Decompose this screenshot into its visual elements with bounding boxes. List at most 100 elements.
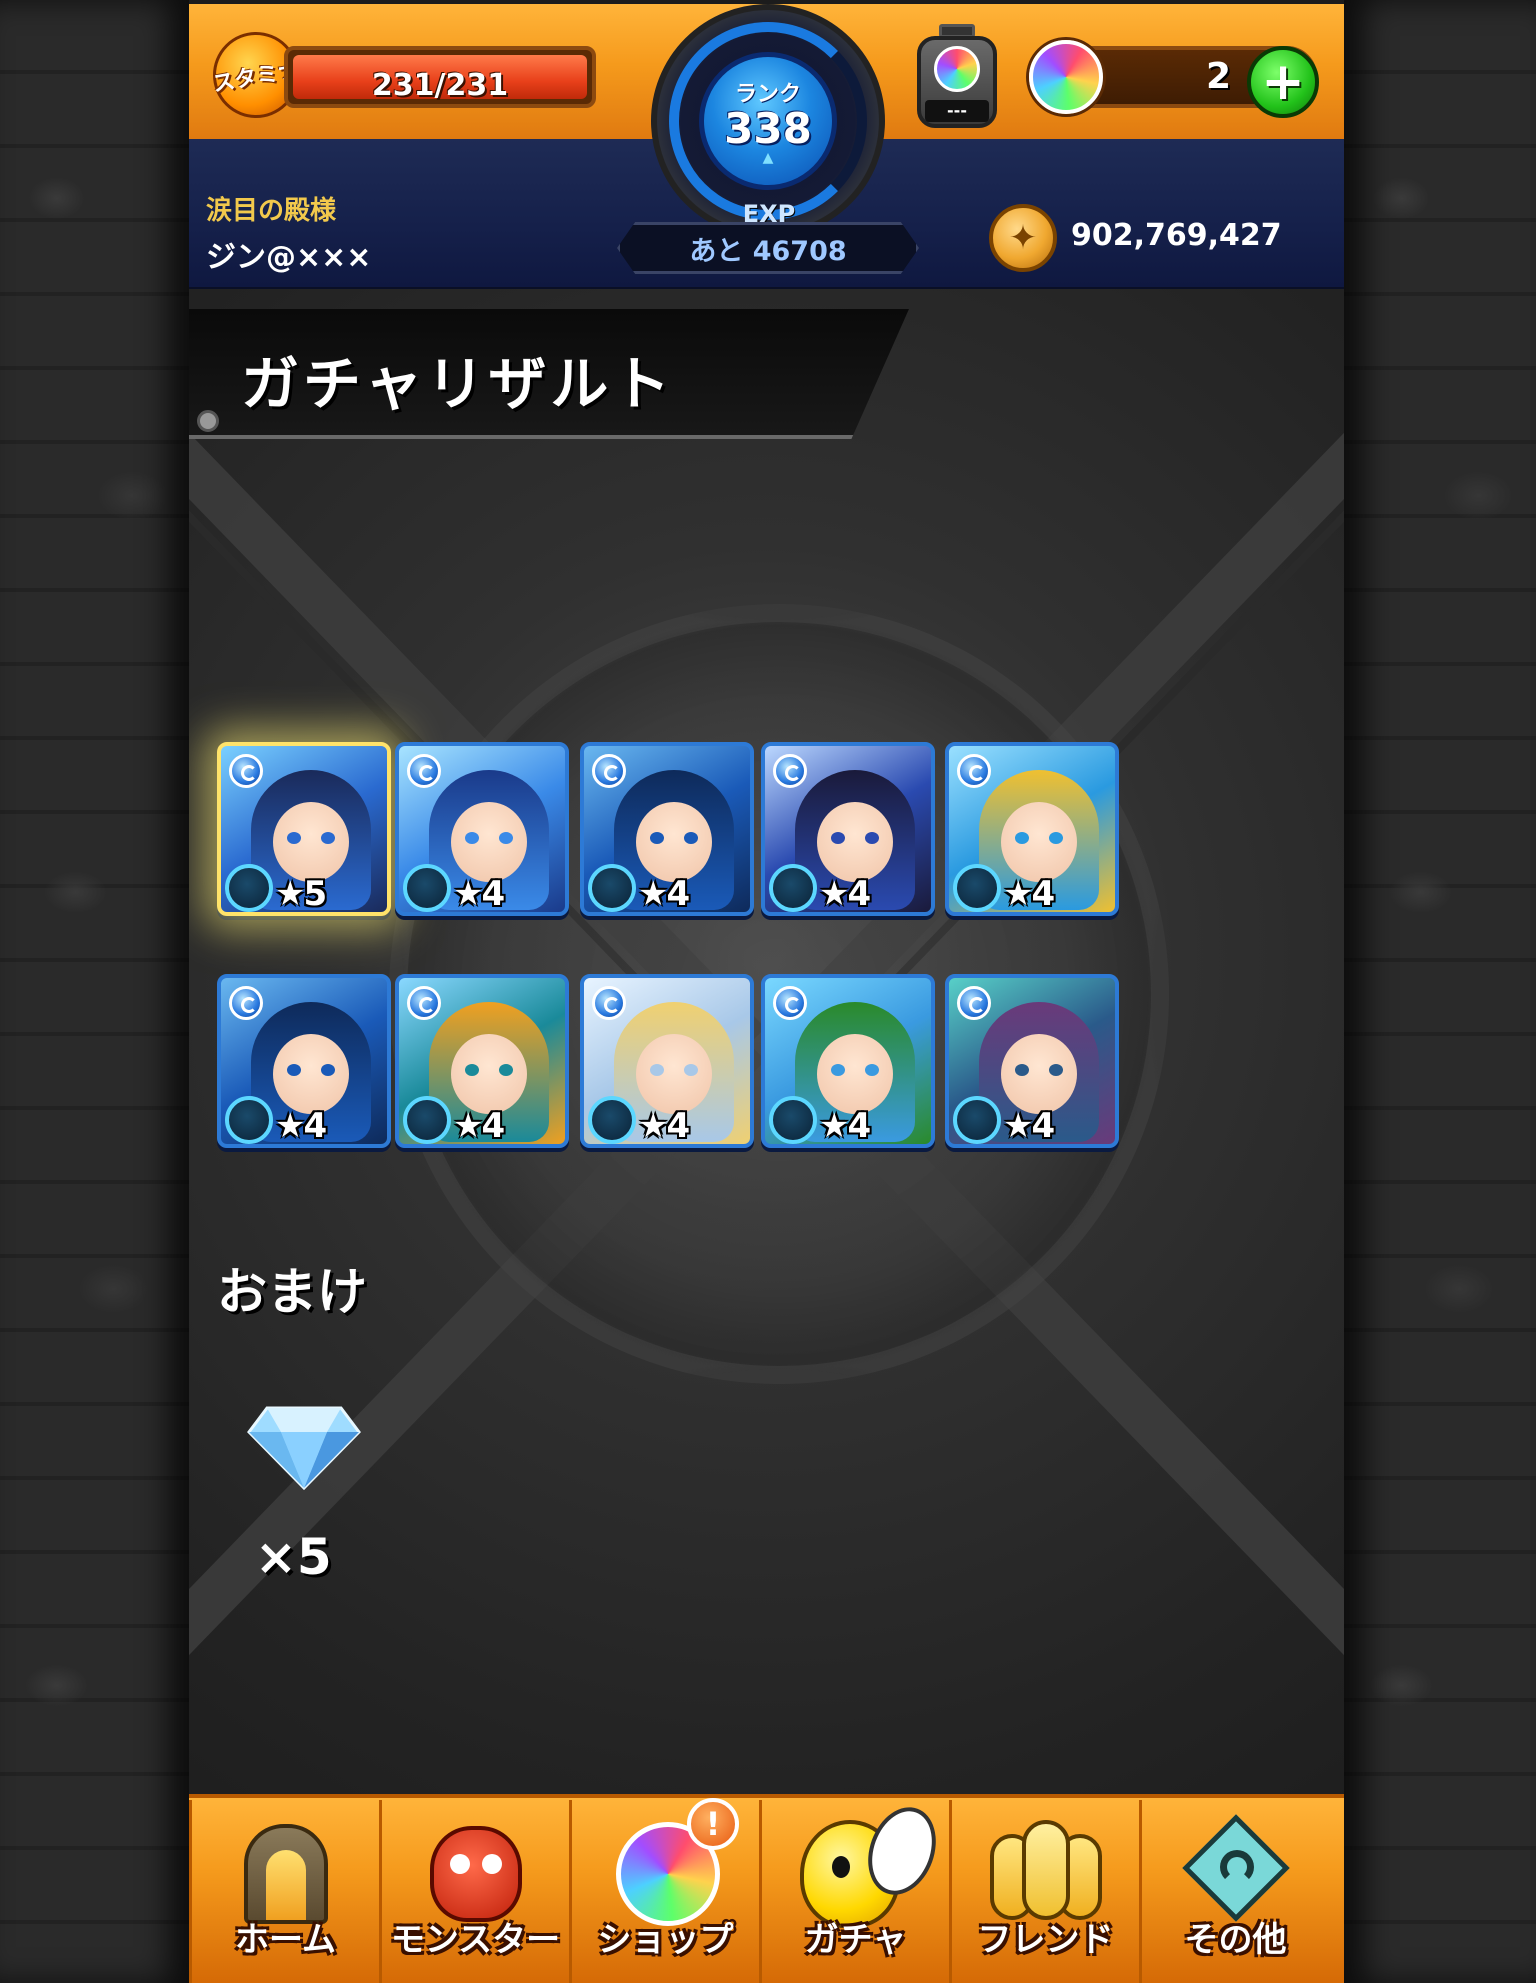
water-attribute-icon (592, 754, 626, 788)
gold-amount: 902,769,427 (1071, 218, 1282, 253)
nav-label: ガチャ (804, 1920, 907, 1960)
nav-label: モンスター (390, 1920, 561, 1960)
orb-icon (1029, 40, 1103, 114)
eye-icon (684, 832, 698, 844)
monster-portrait-icon (817, 802, 893, 882)
rarity-stars: ★4 (638, 1106, 690, 1146)
nav-label: フレンド (977, 1920, 1114, 1960)
stamina-value: 231/231 (371, 68, 509, 103)
nav-label: その他 (1184, 1920, 1287, 1960)
type-badge-icon (225, 864, 273, 912)
type-badge-icon (225, 1096, 273, 1144)
rarity-stars: ★4 (453, 874, 505, 914)
monster-portrait-icon (273, 802, 349, 882)
water-attribute-icon (773, 754, 807, 788)
gold-coin-icon: ✦ (989, 204, 1057, 272)
nav-item-other[interactable]: その他 (1139, 1800, 1329, 1983)
result-monster-card[interactable]: ★4 (945, 974, 1119, 1148)
monster-portrait-icon (451, 1034, 527, 1114)
water-attribute-icon (229, 754, 263, 788)
eye-icon (1015, 832, 1029, 844)
water-attribute-icon (592, 986, 626, 1020)
eye-icon (1049, 1064, 1063, 1076)
type-badge-icon (953, 864, 1001, 912)
eye-icon (1049, 832, 1063, 844)
rarity-stars: ★4 (819, 1106, 871, 1146)
nav-item-home[interactable]: ホーム (189, 1800, 379, 1983)
gem-icon (247, 1406, 361, 1490)
page-title: ガチャリザルト (241, 350, 675, 418)
stone-border-right (1344, 0, 1536, 1983)
buy-orbs-button[interactable]: + (1247, 46, 1319, 118)
nav-item-friend[interactable]: フレンド (949, 1800, 1139, 1983)
rarity-stars: ★4 (453, 1106, 505, 1146)
monster-portrait-icon (451, 802, 527, 882)
eye-icon (499, 1064, 513, 1076)
bonus-count: ×5 (255, 1528, 332, 1586)
nav-item-monster[interactable]: モンスター (379, 1800, 569, 1983)
rarity-stars: ★4 (1003, 1106, 1055, 1146)
result-monster-card[interactable]: ★4 (580, 742, 754, 916)
result-monster-card[interactable]: ★4 (395, 974, 569, 1148)
rarity-stars: ★4 (275, 1106, 327, 1146)
rarity-stars: ★4 (819, 874, 871, 914)
eye-icon (321, 832, 335, 844)
timer-value: --- (925, 100, 989, 122)
eye-icon (321, 1064, 335, 1076)
eye-icon (650, 832, 664, 844)
result-monster-card[interactable]: ★4 (761, 974, 935, 1148)
eye-icon (865, 1064, 879, 1076)
rank-up-arrow-icon: ▲ (762, 150, 774, 166)
type-badge-icon (769, 1096, 817, 1144)
orb-timer-icon[interactable]: --- (911, 24, 1003, 132)
rank-value: 338 (724, 104, 812, 153)
timer-orb-icon (934, 46, 980, 92)
eye-icon (831, 1064, 845, 1076)
rivet-decoration (197, 410, 219, 432)
water-attribute-icon (407, 986, 441, 1020)
eye-icon (287, 1064, 301, 1076)
result-monster-card[interactable]: ★4 (945, 742, 1119, 916)
result-monster-card[interactable]: ★4 (761, 742, 935, 916)
eye-icon (465, 832, 479, 844)
monster-portrait-icon (273, 1034, 349, 1114)
water-attribute-icon (229, 986, 263, 1020)
type-badge-icon (403, 864, 451, 912)
eye-icon (684, 1064, 698, 1076)
eye-icon (1015, 1064, 1029, 1076)
water-attribute-icon (957, 986, 991, 1020)
exp-remaining: あと 46708 (617, 222, 919, 274)
eye-icon (650, 1064, 664, 1076)
orb-count: 2 (1205, 56, 1231, 97)
player-name: ジン@××× (206, 240, 372, 275)
eye-icon (865, 832, 879, 844)
monster-portrait-icon (636, 1034, 712, 1114)
water-attribute-icon (773, 986, 807, 1020)
type-badge-icon (588, 1096, 636, 1144)
eye-icon (831, 832, 845, 844)
type-badge-icon (953, 1096, 1001, 1144)
bonus-title: おまけ (217, 1263, 367, 1321)
stone-border-left (0, 0, 189, 1983)
water-attribute-icon (957, 754, 991, 788)
player-title: 涙目の殿様 (206, 196, 337, 226)
nav-label: ホーム (235, 1920, 336, 1960)
rarity-stars: ★4 (638, 874, 690, 914)
monster-portrait-icon (817, 1034, 893, 1114)
shop-alert-badge: ! (687, 1798, 739, 1850)
eye-icon (465, 1064, 479, 1076)
water-attribute-icon (407, 754, 441, 788)
nav-item-gacha[interactable]: ガチャ (759, 1797, 949, 1983)
type-badge-icon (769, 864, 817, 912)
result-monster-card[interactable]: ★4 (217, 974, 391, 1148)
result-monster-card[interactable]: ★5 (217, 742, 391, 916)
result-monster-card[interactable]: ★4 (395, 742, 569, 916)
type-badge-icon (588, 864, 636, 912)
monster-portrait-icon (1001, 1034, 1077, 1114)
result-monster-card[interactable]: ★4 (580, 974, 754, 1148)
type-badge-icon (403, 1096, 451, 1144)
eye-icon (287, 832, 301, 844)
rank-badge: ランク 338 ▲ (699, 52, 837, 190)
nav-label: ショップ (597, 1920, 734, 1960)
eye-icon (499, 832, 513, 844)
